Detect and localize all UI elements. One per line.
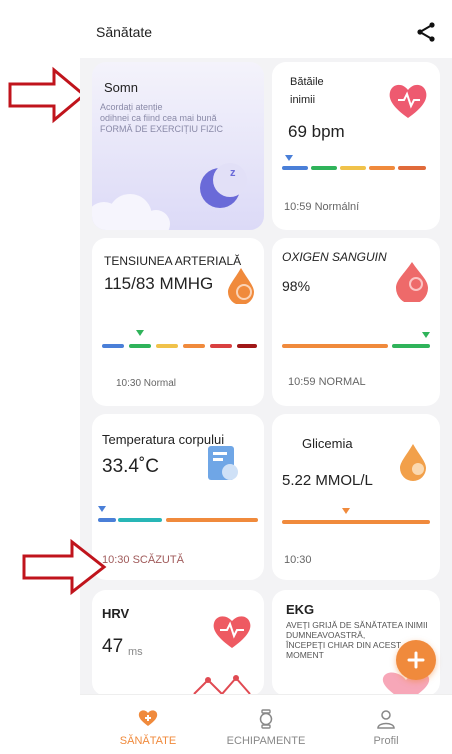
blood-pressure-card[interactable]: TENSIUNEA ARTERIALĂ 115/83 MMHG 10:30 No… (92, 238, 264, 406)
annotation-arrow-top (8, 66, 87, 124)
bp-range-orange (183, 344, 205, 348)
nav-item-profile[interactable]: Profil (336, 695, 436, 754)
ekg-line3: ÎNCEPEȚI CHIAR DIN ACEST (286, 640, 402, 650)
hrv-value: 47 (102, 636, 124, 657)
nav-label-profile: Profil (373, 735, 399, 747)
bp-value: 115/83 MMHG (104, 274, 214, 293)
heart-range-marker (285, 155, 293, 161)
bp-range-blue (102, 344, 124, 348)
sleep-line3: FORMĂ DE EXERCIȚIU FIZIC (100, 124, 224, 134)
heart-range-green (311, 166, 337, 170)
blood-drop-icon (228, 268, 254, 304)
temp-range-marker (98, 506, 106, 512)
heart-value: 69 bpm (288, 122, 345, 141)
bp-range-green (129, 344, 151, 348)
ekg-title: EKG (286, 602, 315, 617)
bp-range-yellow (156, 344, 178, 348)
add-fab-button[interactable] (396, 640, 436, 680)
bp-status: 10:30 Normal (116, 378, 177, 389)
bottom-nav: SĂNĂTATE ECHIPAMENTE Profil (80, 694, 452, 754)
oxygen-range-orange (282, 344, 388, 348)
glucose-card[interactable]: Glicemia 5.22 MMOL/L 10:30 (272, 414, 440, 580)
glucose-range-orange (282, 520, 430, 524)
ekg-line2: DUMNEAVOASTRĂ, (286, 630, 366, 640)
user-icon (377, 710, 395, 729)
watch-icon (259, 709, 273, 729)
oxygen-card[interactable]: OXIGEN SANGUIN 98% 10:59 NORMAL (272, 238, 440, 406)
nav-label-devices: ECHIPAMENTE (226, 735, 306, 747)
bp-range-marker (136, 330, 144, 336)
annotation-arrow-bottom (22, 538, 107, 596)
thermometer-icon (208, 446, 238, 480)
bp-range-darkred (237, 344, 257, 348)
heart-title-2: inimii (290, 94, 316, 106)
temp-range-orange (166, 518, 258, 522)
hrv-title: HRV (102, 606, 130, 621)
heart-status: 10:59 Normální (284, 201, 360, 213)
moon-icon: z (200, 163, 247, 208)
temp-range-teal (118, 518, 162, 522)
glucose-value: 5.22 MMOL/L (282, 472, 373, 489)
heart-range-orange (369, 166, 395, 170)
hrv-unit: ms (128, 646, 143, 658)
heart-title-1: Bătăile (290, 76, 324, 88)
bp-title: TENSIUNEA ARTERIALĂ (104, 254, 242, 268)
oxygen-status: 10:59 NORMAL (288, 376, 366, 388)
nav-label-health: SĂNĂTATE (119, 735, 177, 747)
cloud-decoration (92, 194, 170, 230)
ekg-line1: AVEȚI GRIJĂ DE SĂNĂTATEA INIMII (286, 620, 428, 630)
page: Sănătate Somn Acordați atenție odihnei c… (0, 0, 452, 754)
svg-text:z: z (230, 167, 236, 179)
nav-item-devices[interactable]: ECHIPAMENTE (216, 695, 316, 754)
glucose-range-marker (342, 508, 350, 514)
hrv-wave-decoration (193, 675, 251, 696)
glucose-title: Glicemia (302, 436, 353, 451)
oxygen-value: 98% (282, 278, 311, 294)
heart-plus-icon (138, 710, 158, 726)
heart-rate-card[interactable]: Bătăile inimii 69 bpm 10:59 Normální (272, 62, 440, 230)
heart-range-red (398, 166, 426, 170)
phone-screen: Sănătate Somn Acordați atenție odihnei c… (80, 0, 452, 754)
heart-range-blue (282, 166, 308, 170)
glucose-drop-icon (400, 444, 426, 481)
temperature-card[interactable]: Temperatura corpului 33.4˚C 10:30 SCĂZUT… (92, 414, 264, 580)
oxygen-title: OXIGEN SANGUIN (282, 250, 387, 264)
oxygen-range-marker (422, 332, 430, 338)
ekg-line4: MOMENT (286, 650, 324, 660)
share-icon[interactable] (414, 20, 438, 44)
temp-status: 10:30 SCĂZUTĂ (102, 554, 184, 566)
page-title: Sănătate (96, 24, 153, 40)
hrv-card[interactable]: HRV 47 ms (92, 590, 264, 696)
glucose-status: 10:30 (284, 554, 312, 566)
sleep-line1: Acordați atenție (100, 102, 163, 112)
heart-icon (389, 84, 427, 118)
plus-icon (407, 651, 425, 669)
sleep-card[interactable]: Somn Acordați atenție odihnei ca fiind c… (92, 62, 264, 230)
hrv-heart-icon (213, 616, 251, 648)
temp-value: 33.4˚C (102, 456, 160, 477)
oxygen-range-green (392, 344, 430, 348)
sleep-line2: odihnei ca fiind cea mai bună (100, 113, 217, 123)
nav-item-health[interactable]: SĂNĂTATE (98, 695, 198, 754)
sleep-title: Somn (104, 80, 138, 95)
lungs-drop-icon (396, 262, 428, 302)
temp-range-blue (98, 518, 116, 522)
heart-range-yellow (340, 166, 366, 170)
app-header: Sănătate (80, 0, 452, 58)
bp-range-red (210, 344, 232, 348)
